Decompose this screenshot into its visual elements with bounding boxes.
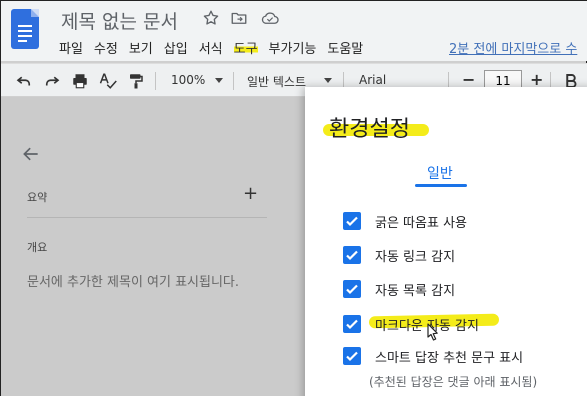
menu-bar: 파일 수정 보기 삽입 서식 도구 부가기능 도움말 <box>59 38 374 58</box>
checkbox-checked[interactable] <box>343 347 361 365</box>
option-markdown[interactable]: 마크다운 자동 감지 <box>343 313 479 335</box>
option-auto-list[interactable]: 자동 목록 감지 <box>343 278 455 300</box>
smart-reply-note: (추천된 답장은 댓글 아래 표시됨) <box>369 375 538 389</box>
checkbox-checked[interactable] <box>343 315 361 333</box>
outline-divider <box>27 217 267 218</box>
checkmark-icon <box>346 284 358 295</box>
document-title[interactable]: 제목 없는 문서 <box>61 7 178 34</box>
docs-logo-icon[interactable] <box>11 9 39 49</box>
option-smart-reply[interactable]: 스마트 답장 추천 문구 표시 <box>343 345 523 367</box>
toolbar-divider <box>155 72 156 90</box>
zoom-select[interactable]: 100% <box>171 73 205 87</box>
mouse-cursor-icon <box>427 323 438 341</box>
style-select[interactable]: 일반 텍스트 <box>247 73 306 90</box>
menu-file[interactable]: 파일 <box>59 38 83 58</box>
menu-tools[interactable]: 도구 <box>233 38 258 58</box>
outline-hint: 문서에 추가한 제목이 여기 표시됩니다. <box>27 275 240 290</box>
undo-icon[interactable] <box>15 72 33 90</box>
checkbox-checked[interactable] <box>343 212 361 230</box>
font-select[interactable]: Arial <box>359 73 386 87</box>
checkmark-icon <box>346 216 358 227</box>
checkmark-icon <box>346 319 358 330</box>
dialog-title: 환경설정 <box>329 117 410 142</box>
star-icon[interactable] <box>202 9 220 27</box>
menu-help[interactable]: 도움말 <box>327 38 363 58</box>
style-caret-icon[interactable] <box>324 78 332 83</box>
cloud-saved-icon[interactable] <box>260 9 280 27</box>
redo-icon[interactable] <box>43 72 61 90</box>
option-auto-link[interactable]: 자동 링크 감지 <box>343 244 455 266</box>
tab-general[interactable]: 일반 <box>427 163 453 183</box>
paint-format-icon[interactable] <box>127 72 145 90</box>
outline-label: 개요 <box>27 241 48 254</box>
summary-label: 요약 <box>27 191 48 204</box>
option-label: 자동 링크 감지 <box>375 249 456 265</box>
toolbar-divider <box>233 72 234 90</box>
spellcheck-icon[interactable] <box>98 72 118 90</box>
checkbox-checked[interactable] <box>343 246 361 264</box>
font-size-decrease-button[interactable]: − <box>462 72 475 88</box>
option-label: 스마트 답장 추천 문구 표시 <box>375 350 524 366</box>
back-arrow-icon[interactable] <box>21 144 41 164</box>
menu-edit[interactable]: 수정 <box>94 38 118 58</box>
tab-active-indicator <box>415 184 467 187</box>
option-label: 굵은 따옴표 사용 <box>375 215 467 231</box>
app-header: 제목 없는 문서 파일 수정 보기 삽입 서식 도구 부가기능 도움말 2분 전… <box>1 1 587 61</box>
font-size-increase-button[interactable]: + <box>530 72 543 88</box>
option-label: 자동 목록 감지 <box>375 283 456 299</box>
menu-format[interactable]: 서식 <box>199 38 223 58</box>
checkmark-icon <box>346 351 358 362</box>
checkmark-icon <box>346 250 358 261</box>
last-edit-link[interactable]: 2분 전에 마지막으로 수 <box>449 38 577 57</box>
option-smart-quotes[interactable]: 굵은 따옴표 사용 <box>343 210 467 232</box>
add-summary-button[interactable]: + <box>243 183 258 204</box>
menu-addons[interactable]: 부가기능 <box>269 38 317 58</box>
zoom-caret-icon[interactable] <box>215 78 223 83</box>
print-icon[interactable] <box>71 72 89 90</box>
menu-view[interactable]: 보기 <box>129 38 153 58</box>
move-folder-icon[interactable] <box>230 9 248 27</box>
preferences-dialog: 환경설정 일반 굵은 따옴표 사용 자동 링크 감지 자동 목록 감지 마크다운… <box>305 87 587 396</box>
menu-insert[interactable]: 삽입 <box>164 38 188 58</box>
checkbox-checked[interactable] <box>343 280 361 298</box>
